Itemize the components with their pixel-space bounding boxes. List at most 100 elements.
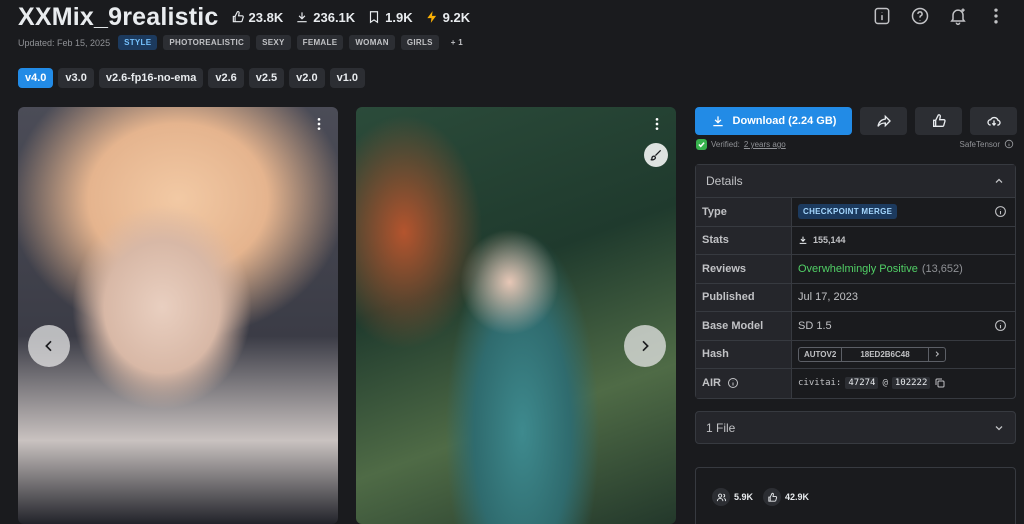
remix-button[interactable]	[644, 143, 668, 167]
bookmarks-stat: 1.9K	[367, 10, 413, 25]
header-actions	[868, 2, 1010, 30]
detail-label: AIR	[696, 369, 792, 398]
version-tab-v2-5[interactable]: v2.5	[248, 68, 285, 88]
hash-next-button[interactable]	[929, 348, 945, 361]
detail-label: Hash	[696, 340, 792, 368]
version-tab-v4-0[interactable]: v4.0	[18, 68, 54, 88]
tag-style[interactable]: STYLE	[118, 35, 158, 50]
chevron-down-icon	[995, 425, 1003, 430]
carousel-prev-button[interactable]	[28, 325, 70, 367]
reviews-count: (13,652)	[921, 262, 963, 275]
updated-date: Updated: Feb 15, 2025	[18, 37, 111, 48]
detail-row-base-model: Base Model SD 1.5	[696, 312, 1015, 341]
air-model-id: 47274	[845, 377, 879, 390]
download-count-value: 155,144	[813, 235, 846, 246]
help-button[interactable]	[906, 2, 934, 30]
detail-row-air: AIR civitai: 47274 @ 102222	[696, 369, 1015, 398]
version-tab-v1-0[interactable]: v1.0	[329, 68, 366, 88]
files-title: 1 File	[706, 420, 736, 435]
share-button[interactable]	[860, 107, 907, 135]
detail-label: Type	[696, 198, 792, 226]
gallery-image-2[interactable]	[356, 107, 676, 524]
air-version-id: 102222	[891, 377, 931, 390]
dots-vertical-icon	[994, 8, 998, 24]
more-menu-button[interactable]	[982, 2, 1010, 30]
model-title: XXMix_9realistic	[18, 2, 219, 31]
more-tags-button[interactable]: + 1	[445, 35, 469, 50]
buzz-value: 9.2K	[442, 9, 471, 25]
cloud-download-button[interactable]	[970, 107, 1017, 135]
details-header[interactable]: Details	[696, 165, 1015, 198]
verified-time-link[interactable]: 2 years ago	[744, 140, 786, 149]
buzz-stat: 9.2K	[425, 10, 470, 25]
verified-status: Verified: 2 years ago	[696, 139, 786, 150]
safetensor-text: SafeTensor	[959, 139, 1000, 149]
air-at: @	[882, 378, 888, 389]
download-icon	[799, 236, 807, 245]
dots-vertical-icon	[655, 118, 659, 130]
info-icon[interactable]	[994, 205, 1007, 218]
info-button[interactable]	[868, 2, 896, 30]
version-tab-v3-0[interactable]: v3.0	[58, 68, 94, 88]
version-tab-v2-6[interactable]: v2.6	[208, 68, 244, 88]
download-label: Download (2.24 GB)	[732, 115, 837, 127]
tag-female[interactable]: FEMALE	[296, 35, 344, 50]
version-tab-v2-6-fp16[interactable]: v2.6-fp16-no-ema	[98, 68, 204, 88]
cloud-icon	[986, 116, 1001, 126]
image-menu-button[interactable]	[310, 115, 328, 133]
title-row: XXMix_9realistic 23.8K 236.1K 1.9K 9.2K	[18, 0, 470, 34]
gallery-image-1[interactable]	[18, 107, 338, 524]
copy-icon[interactable]	[934, 377, 946, 389]
creator-likes-stat: 42.9K	[763, 488, 809, 506]
chevron-left-icon	[45, 340, 52, 352]
dots-vertical-icon	[317, 118, 321, 130]
info-icon[interactable]	[727, 377, 739, 389]
details-panel: Details Type CHECKPOINT MERGE Stats 155,…	[695, 164, 1016, 399]
hash-box[interactable]: AUTOV2 18ED2B6C48	[798, 346, 946, 362]
hash-value: 18ED2B6C48	[842, 347, 929, 361]
downloads-stat: 236.1K	[295, 10, 355, 25]
published-date: Jul 17, 2023	[798, 291, 858, 304]
air-label: AIR	[702, 377, 721, 390]
info-icon[interactable]	[994, 319, 1007, 332]
carousel-next-button[interactable]	[624, 325, 666, 367]
image-menu-button[interactable]	[648, 115, 666, 133]
chevron-up-icon	[995, 178, 1003, 183]
tag-photorealistic[interactable]: PHOTOREALISTIC	[163, 35, 251, 50]
info-icon[interactable]	[1004, 139, 1014, 149]
followers-value: 5.9K	[734, 492, 754, 502]
bolt-icon	[426, 11, 436, 23]
tag-girls[interactable]: GIRLS	[400, 35, 439, 50]
download-count: 155,144	[798, 235, 846, 245]
detail-label: Stats	[696, 226, 792, 254]
question-icon	[911, 7, 929, 25]
version-tab-v2-0[interactable]: v2.0	[289, 68, 325, 88]
detail-label: Base Model	[696, 312, 792, 340]
hash-type: AUTOV2	[799, 347, 843, 361]
bell-plus-icon	[950, 8, 966, 26]
chevron-right-icon	[935, 351, 939, 357]
thumbs-up-icon	[767, 492, 777, 502]
reviews-rating[interactable]: Overwhelmingly Positive	[798, 263, 918, 275]
creator-stats: 5.9K 42.9K	[712, 488, 809, 506]
tag-woman[interactable]: WOMAN	[349, 35, 395, 50]
detail-label: Published	[696, 283, 792, 311]
likes-value: 23.8K	[248, 9, 284, 25]
download-button[interactable]: Download (2.24 GB)	[695, 107, 852, 135]
users-icon	[716, 493, 726, 501]
detail-row-reviews: Reviews Overwhelmingly Positive (13,652)	[696, 255, 1015, 284]
air-prefix: civitai:	[798, 378, 842, 389]
verified-prefix: Verified:	[711, 140, 740, 149]
files-section[interactable]: 1 File	[695, 411, 1016, 444]
info-icon	[874, 7, 890, 25]
tag-sexy[interactable]: SEXY	[256, 35, 291, 50]
verified-check-icon	[696, 139, 707, 150]
share-icon	[876, 114, 891, 128]
downloads-value: 236.1K	[313, 9, 356, 25]
download-icon	[297, 12, 307, 23]
base-model-value: SD 1.5	[798, 319, 832, 332]
type-badge: CHECKPOINT MERGE	[798, 204, 898, 220]
like-button[interactable]	[915, 107, 962, 135]
air-identifier: civitai: 47274 @ 102222	[798, 377, 946, 390]
notify-button[interactable]	[944, 2, 972, 30]
